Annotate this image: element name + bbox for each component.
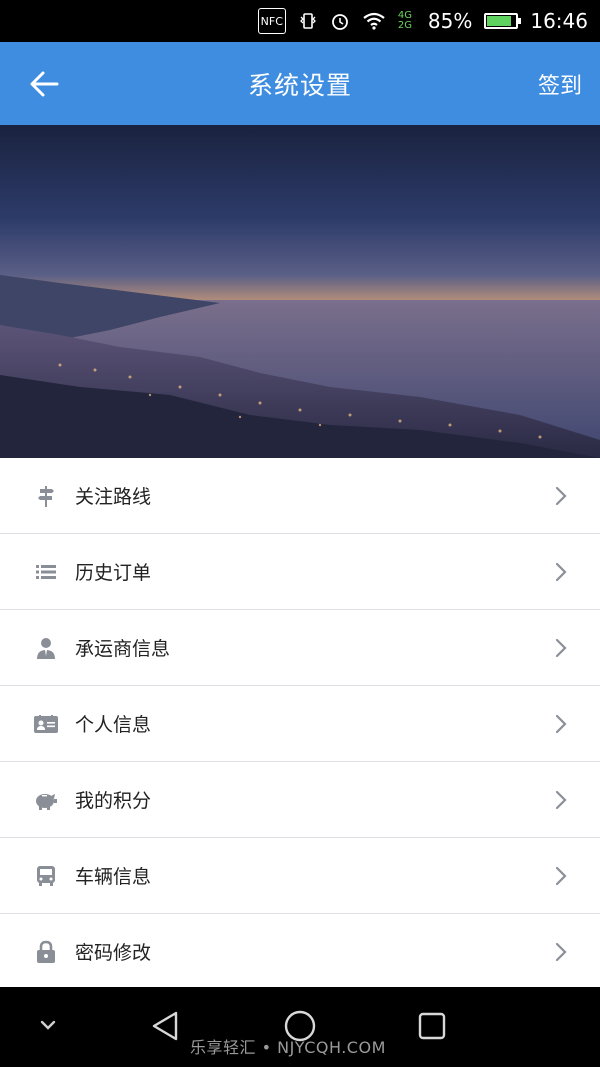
lock-icon bbox=[34, 940, 58, 964]
chevron-right-icon bbox=[555, 942, 567, 961]
status-bar: NFC 4G 2G 85% 16:46 bbox=[0, 0, 600, 42]
chevron-right-icon bbox=[555, 790, 567, 809]
page-title: 系统设置 bbox=[247, 70, 352, 100]
menu-item-personal-info[interactable]: 个人信息 bbox=[0, 686, 600, 762]
menu-item-label: 关注路线 bbox=[75, 486, 152, 508]
menu-item-label: 个人信息 bbox=[75, 714, 152, 736]
menu-item-carrier-info[interactable]: 承运商信息 bbox=[0, 610, 600, 686]
back-arrow-icon bbox=[30, 71, 59, 97]
nav-back-button[interactable] bbox=[148, 1009, 182, 1047]
list-icon bbox=[34, 560, 58, 584]
nfc-icon: NFC bbox=[257, 8, 286, 34]
menu-item-follow-route[interactable]: 关注路线 bbox=[0, 458, 600, 534]
person-icon bbox=[34, 636, 58, 660]
back-button[interactable] bbox=[24, 64, 64, 104]
battery-percent: 85% bbox=[427, 9, 473, 33]
watermark: 乐享轻汇 • NJYCQH.COM bbox=[190, 1038, 386, 1057]
signin-button[interactable]: 签到 bbox=[538, 68, 582, 100]
menu-item-label: 车辆信息 bbox=[75, 866, 152, 888]
clock: 16:46 bbox=[530, 9, 588, 33]
square-recents-icon bbox=[418, 1012, 446, 1040]
menu-item-label: 我的积分 bbox=[75, 790, 152, 812]
id-card-icon bbox=[34, 712, 58, 736]
menu-item-change-password[interactable]: 密码修改 bbox=[0, 914, 600, 990]
wifi-icon bbox=[362, 10, 386, 32]
menu-item-label: 历史订单 bbox=[75, 562, 152, 584]
piggy-bank-icon bbox=[34, 788, 58, 812]
chevron-down-icon bbox=[40, 1020, 56, 1030]
hide-nav-button[interactable] bbox=[36, 1015, 60, 1039]
nav-recents-button[interactable] bbox=[417, 1011, 447, 1045]
app-bar: 系统设置 签到 bbox=[0, 42, 600, 125]
chevron-right-icon bbox=[555, 638, 567, 657]
signpost-icon bbox=[34, 484, 58, 508]
menu-item-order-history[interactable]: 历史订单 bbox=[0, 534, 600, 610]
chevron-right-icon bbox=[555, 562, 567, 581]
settings-menu: 关注路线 历史订单 承运商信息 个人信息 我的积分 车辆信息 密码修改 bbox=[0, 458, 600, 990]
menu-item-label: 密码修改 bbox=[75, 942, 152, 964]
network-label: 4G 2G bbox=[397, 10, 413, 31]
bus-icon bbox=[34, 864, 58, 888]
menu-item-label: 承运商信息 bbox=[75, 638, 171, 660]
triangle-back-icon bbox=[152, 1011, 178, 1041]
chevron-right-icon bbox=[555, 866, 567, 885]
chevron-right-icon bbox=[555, 486, 567, 505]
vibrate-icon bbox=[298, 10, 318, 32]
chevron-right-icon bbox=[555, 714, 567, 733]
menu-item-my-points[interactable]: 我的积分 bbox=[0, 762, 600, 838]
hero-image bbox=[0, 125, 600, 458]
alarm-icon bbox=[330, 10, 350, 32]
signal-icon: 4G 2G bbox=[398, 10, 416, 32]
menu-item-vehicle-info[interactable]: 车辆信息 bbox=[0, 838, 600, 914]
battery-icon bbox=[484, 13, 522, 29]
